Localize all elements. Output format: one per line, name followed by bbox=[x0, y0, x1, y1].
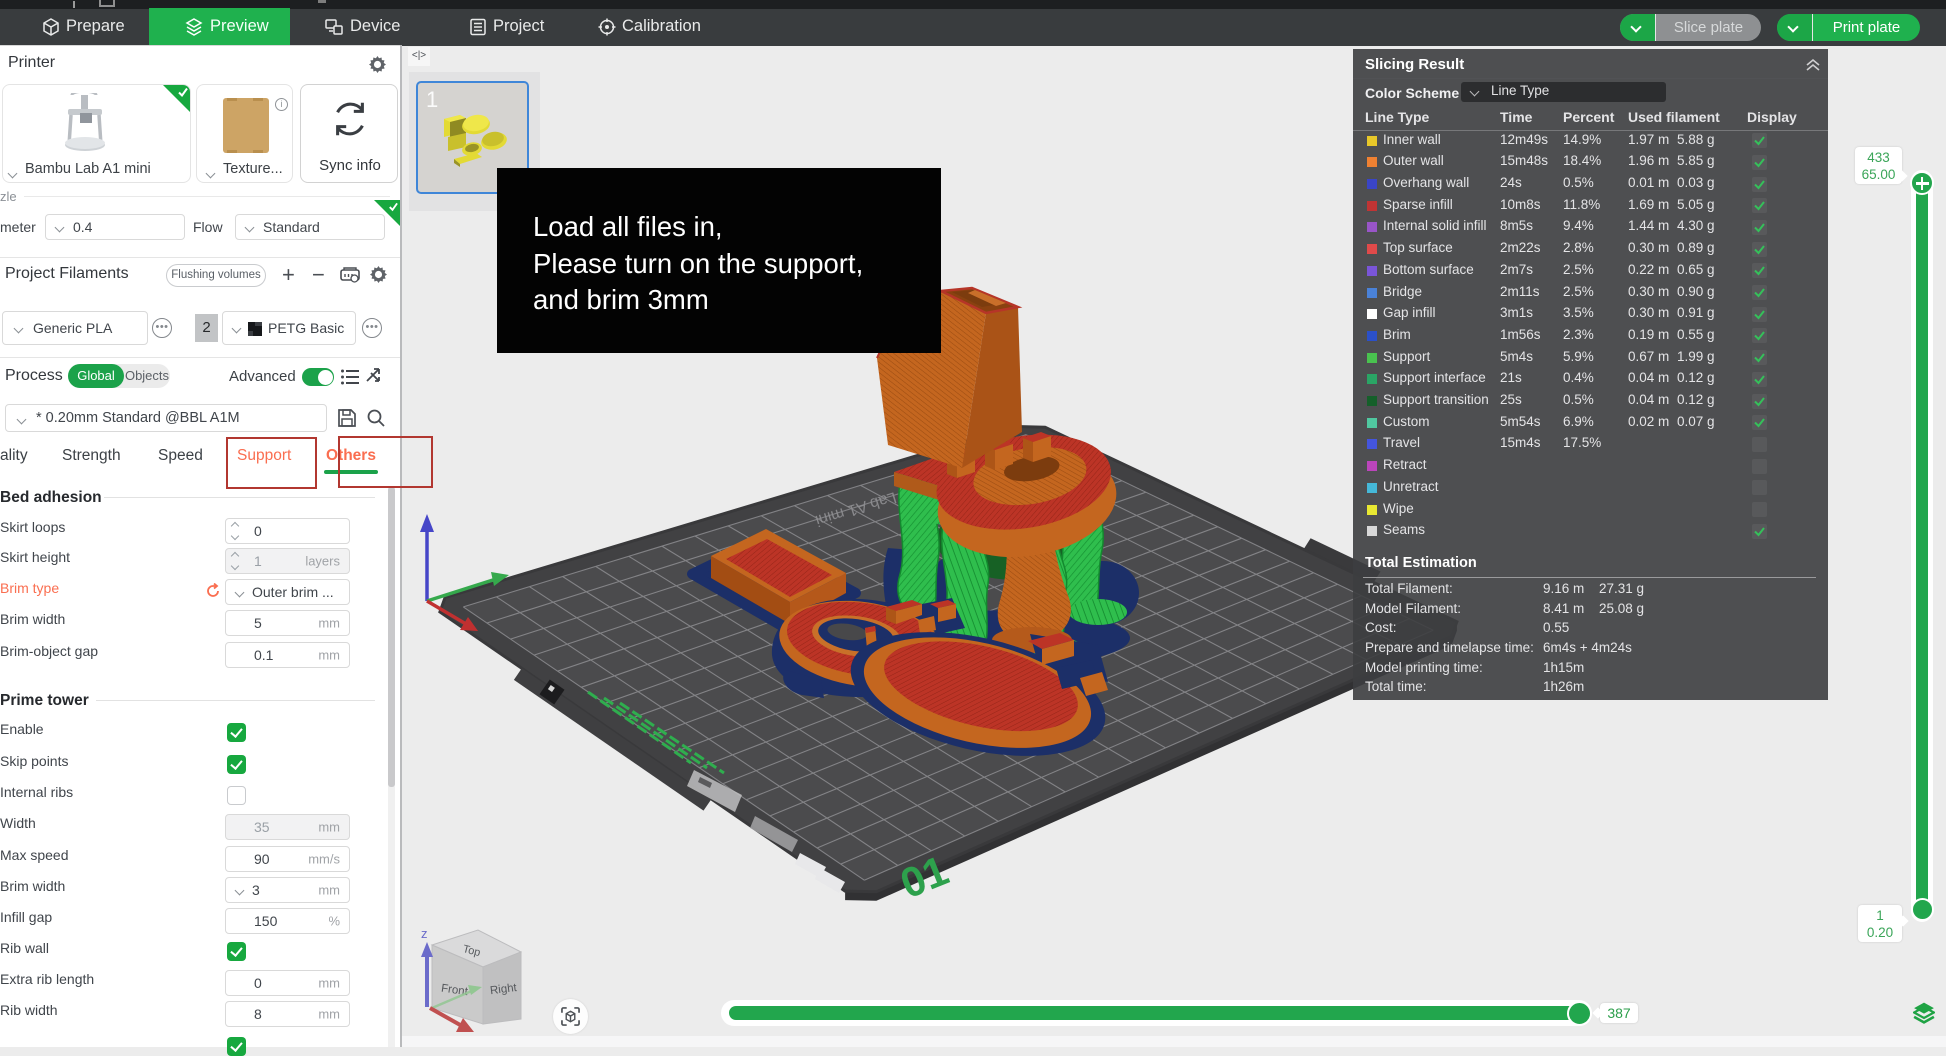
svg-text:z: z bbox=[421, 926, 428, 941]
